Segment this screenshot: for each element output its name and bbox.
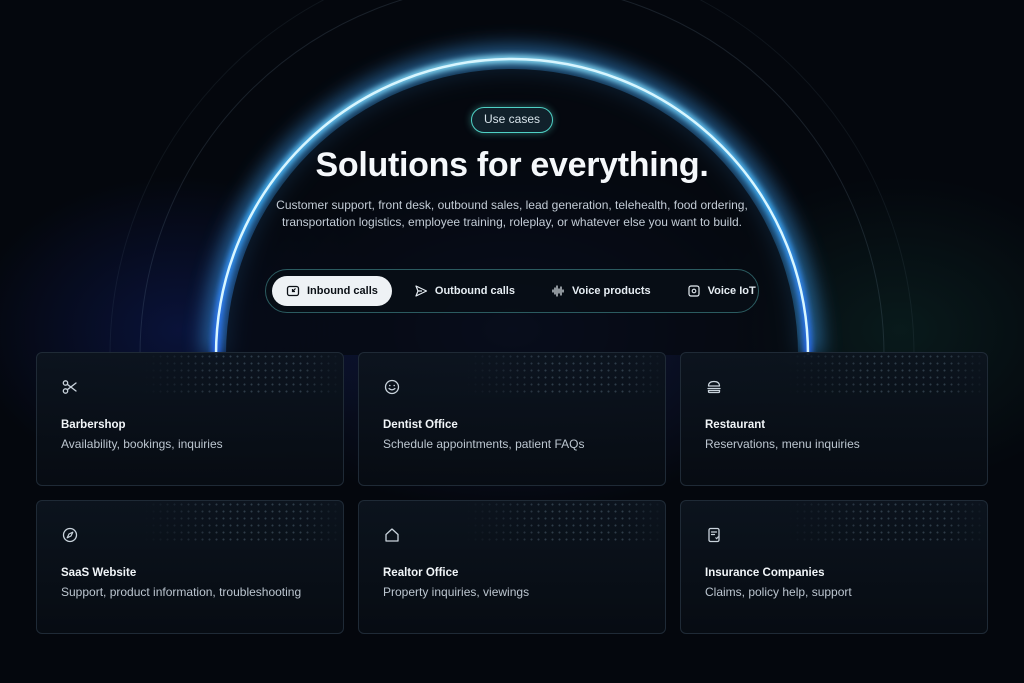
burger-icon bbox=[707, 380, 721, 394]
waveform-icon bbox=[552, 285, 564, 297]
use-case-card-barbershop[interactable]: Barbershop Availability, bookings, inqui… bbox=[36, 352, 344, 486]
tab-outbound-calls[interactable]: Outbound calls bbox=[400, 276, 529, 306]
device-icon bbox=[688, 285, 700, 297]
tab-label: Voice products bbox=[571, 285, 651, 297]
tab-label: Outbound calls bbox=[434, 285, 515, 297]
dot-pattern bbox=[787, 501, 987, 541]
card-title: Realtor Office bbox=[383, 567, 459, 579]
smile-icon bbox=[384, 379, 400, 395]
dot-pattern bbox=[143, 353, 343, 393]
use-case-card-saas-website[interactable]: SaaS Website Support, product informatio… bbox=[36, 500, 344, 634]
tab-label: Voice IoT bbox=[707, 285, 756, 297]
scissors-icon bbox=[62, 380, 77, 394]
dot-pattern bbox=[143, 501, 343, 541]
card-description: Reservations, menu inquiries bbox=[705, 437, 860, 451]
document-icon bbox=[708, 527, 720, 543]
house-icon bbox=[385, 528, 399, 542]
card-title: Insurance Companies bbox=[705, 567, 825, 579]
use-case-tabs: Inbound calls Outbound calls Voice produ… bbox=[265, 269, 759, 313]
tab-voice-iot[interactable]: Voice IoT bbox=[673, 276, 770, 306]
tab-inbound-calls[interactable]: Inbound calls bbox=[272, 276, 392, 306]
send-icon bbox=[415, 285, 428, 297]
card-description: Support, product information, troublesho… bbox=[61, 585, 302, 599]
use-case-card-restaurant[interactable]: Restaurant Reservations, menu inquiries bbox=[680, 352, 988, 486]
page-subtitle: Customer support, front desk, outbound s… bbox=[276, 198, 748, 229]
use-case-card-dentist-office[interactable]: Dentist Office Schedule appointments, pa… bbox=[358, 352, 666, 486]
card-title: Barbershop bbox=[61, 419, 126, 431]
dot-pattern bbox=[465, 353, 665, 393]
card-description: Property inquiries, viewings bbox=[383, 585, 530, 599]
tab-voice-products[interactable]: Voice products bbox=[537, 276, 665, 306]
dot-pattern bbox=[787, 353, 987, 393]
card-title: Restaurant bbox=[705, 419, 766, 431]
page-title: Solutions for everything. bbox=[315, 146, 709, 184]
tab-label: Inbound calls bbox=[307, 285, 378, 297]
card-description: Claims, policy help, support bbox=[705, 585, 852, 599]
dot-pattern bbox=[465, 501, 665, 541]
inbound-call-icon bbox=[286, 285, 300, 297]
compass-icon bbox=[62, 527, 78, 543]
card-description: Schedule appointments, patient FAQs bbox=[383, 437, 585, 451]
use-case-card-realtor-office[interactable]: Realtor Office Property inquiries, viewi… bbox=[358, 500, 666, 634]
card-description: Availability, bookings, inquiries bbox=[61, 437, 223, 451]
use-cases-badge: Use cases bbox=[471, 107, 553, 133]
use-case-card-insurance-companies[interactable]: Insurance Companies Claims, policy help,… bbox=[680, 500, 988, 634]
card-title: Dentist Office bbox=[383, 419, 458, 431]
card-title: SaaS Website bbox=[61, 567, 137, 579]
